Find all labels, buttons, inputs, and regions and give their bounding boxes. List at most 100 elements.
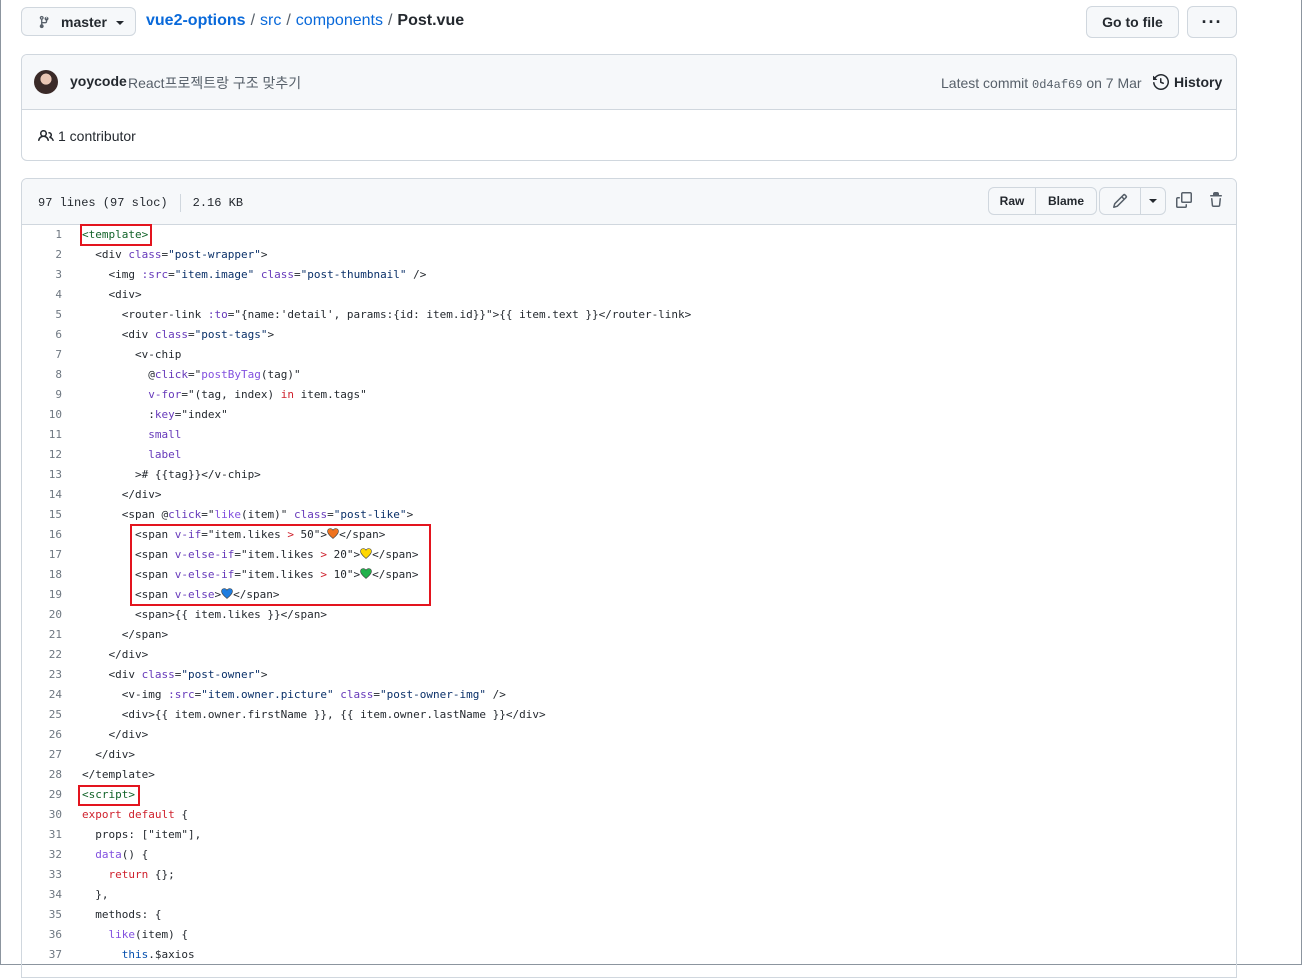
line-number[interactable]: 21	[22, 625, 62, 645]
blame-button[interactable]: Blame	[1036, 188, 1096, 214]
edit-file-button[interactable]	[1100, 188, 1141, 214]
code-token: >	[260, 248, 268, 261]
code-token: "post-tags"	[194, 328, 268, 341]
line-number[interactable]: 10	[22, 405, 62, 425]
line-number[interactable]: 8	[22, 365, 62, 385]
line-number[interactable]: 5	[22, 305, 62, 325]
line-number[interactable]: 31	[22, 825, 62, 845]
line-number[interactable]: 3	[22, 265, 62, 285]
code-line: 24 <v-img :src="item.owner.picture" clas…	[22, 685, 1236, 705]
code-text: <v-img :src="item.owner.picture" class="…	[62, 685, 506, 705]
code-line: 28 </template>	[22, 765, 1236, 785]
code-line: 37 this.$axios	[22, 945, 1236, 965]
code-token: (item)"	[240, 508, 294, 521]
line-number[interactable]: 1	[22, 225, 62, 245]
code-token: <div	[82, 248, 129, 261]
line-number[interactable]: 15	[22, 505, 62, 525]
breadcrumb-src-link[interactable]: src	[260, 12, 281, 30]
code-token: {};	[148, 868, 175, 881]
code-text: <span @click="like(item)" class="post-li…	[62, 505, 413, 525]
line-number[interactable]: 32	[22, 845, 62, 865]
code-token: ># {{tag}}</v-chip>	[82, 468, 261, 481]
line-number[interactable]: 33	[22, 865, 62, 885]
code-line: 6 <div class="post-tags">	[22, 325, 1236, 345]
line-number[interactable]: 18	[22, 565, 62, 585]
code-token: >	[267, 328, 275, 341]
commit-sha-link[interactable]: 0d4af69	[1032, 78, 1082, 92]
line-number[interactable]: 9	[22, 385, 62, 405]
line-number[interactable]: 13	[22, 465, 62, 485]
copy-icon[interactable]	[1176, 192, 1192, 208]
history-icon	[1153, 74, 1169, 90]
latest-commit-box: yoycode React프로젝트랑 구조 맞추기 Latest commit …	[21, 54, 1237, 161]
line-number[interactable]: 36	[22, 925, 62, 945]
code-line: 27 </div>	[22, 745, 1236, 765]
code-token: like	[214, 508, 241, 521]
code-token: "post-owner"	[181, 668, 261, 681]
line-number[interactable]: 29	[22, 785, 62, 805]
more-options-button[interactable]: ···	[1187, 6, 1237, 38]
commit-message-link[interactable]: React프로젝트랑 구조 맞추기	[128, 73, 301, 93]
code-line: 34 },	[22, 885, 1236, 905]
line-number[interactable]: 28	[22, 765, 62, 785]
line-number[interactable]: 24	[22, 685, 62, 705]
go-to-file-button[interactable]: Go to file	[1086, 6, 1179, 38]
branch-name: master	[61, 13, 107, 30]
line-number[interactable]: 12	[22, 445, 62, 465]
code-token: like	[108, 928, 136, 941]
line-number[interactable]: 23	[22, 665, 62, 685]
line-number[interactable]: 14	[22, 485, 62, 505]
raw-button[interactable]: Raw	[989, 188, 1036, 214]
line-number[interactable]: 22	[22, 645, 62, 665]
code-line: 29 <script>	[22, 785, 1236, 805]
line-number[interactable]: 26	[22, 725, 62, 745]
line-number[interactable]: 6	[22, 325, 62, 345]
code-token: </div>	[82, 728, 149, 741]
line-number[interactable]: 11	[22, 425, 62, 445]
code-token: small	[148, 428, 182, 441]
line-number[interactable]: 30	[22, 805, 62, 825]
commit-author-link[interactable]: yoycode	[70, 73, 127, 89]
code-line: 8 @click="postByTag(tag)"	[22, 365, 1236, 385]
line-number[interactable]: 17	[22, 545, 62, 565]
script-highlight-box	[78, 785, 140, 806]
line-number[interactable]: 2	[22, 245, 62, 265]
trash-icon[interactable]	[1208, 192, 1224, 208]
history-label: History	[1174, 74, 1223, 90]
line-number[interactable]: 7	[22, 345, 62, 365]
code-line: 10 :key="index"	[22, 405, 1236, 425]
code-text: <div>{{ item.owner.firstName }}, {{ item…	[62, 705, 546, 725]
code-token: "post-owner-img"	[380, 688, 487, 701]
code-token: class	[293, 508, 328, 521]
file-info: 97 lines (97 sloc) 2.16 KB	[38, 194, 243, 212]
breadcrumb-components-link[interactable]: components	[296, 12, 383, 30]
code-token: click	[154, 368, 188, 381]
history-link[interactable]: History	[1153, 74, 1222, 90]
likes-spans-highlight-box	[130, 524, 431, 606]
code-line: 20 <span>{{ item.likes }}</span>	[22, 605, 1236, 625]
line-number[interactable]: 19	[22, 585, 62, 605]
avatar[interactable]	[34, 70, 58, 94]
code-token: () {	[121, 848, 149, 861]
line-number[interactable]: 34	[22, 885, 62, 905]
branch-select-button[interactable]: master	[21, 7, 136, 36]
breadcrumb-separator: /	[286, 12, 291, 29]
code-token: <v-img	[82, 688, 169, 701]
code-token: this	[121, 948, 149, 961]
contributors-link[interactable]: 1 contributor	[38, 128, 136, 144]
code-token: in	[280, 388, 294, 401]
line-number[interactable]: 20	[22, 605, 62, 625]
line-number[interactable]: 27	[22, 745, 62, 765]
line-number[interactable]: 16	[22, 525, 62, 545]
code-token: <v-chip	[82, 348, 182, 361]
code-text: <div class="post-tags">	[62, 325, 274, 345]
edit-dropdown-button[interactable]	[1141, 188, 1165, 214]
line-number[interactable]: 37	[22, 945, 62, 965]
line-number[interactable]: 35	[22, 905, 62, 925]
line-number[interactable]: 25	[22, 705, 62, 725]
line-number[interactable]: 4	[22, 285, 62, 305]
breadcrumb-repo-link[interactable]: vue2-options	[146, 12, 246, 30]
code-line: 31 props: ["item"],	[22, 825, 1236, 845]
pencil-icon	[1112, 193, 1128, 209]
